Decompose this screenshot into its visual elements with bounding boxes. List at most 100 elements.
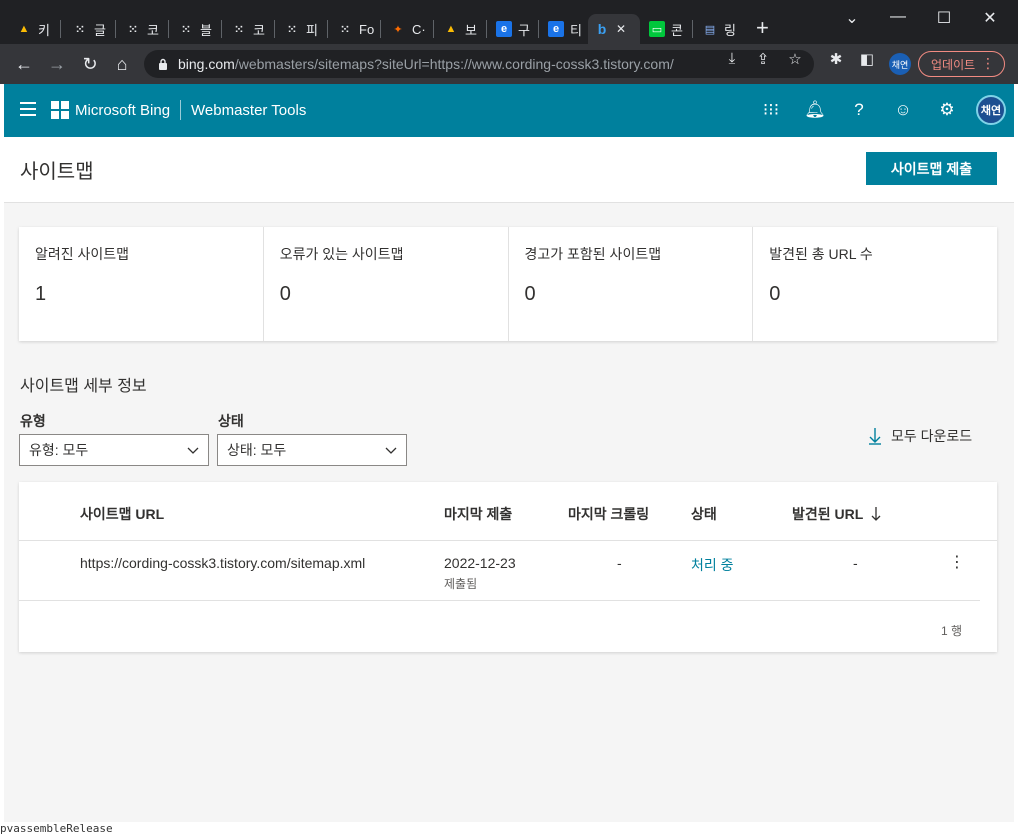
tab-label: 티	[570, 22, 582, 38]
tab-8[interactable]: ▲ 보	[437, 14, 477, 44]
header-divider	[180, 100, 181, 120]
new-tab-button[interactable]: +	[756, 17, 769, 39]
forward-icon[interactable]: →	[45, 52, 69, 76]
tab-active-bing[interactable]: b ✕	[588, 14, 640, 44]
close-window-button[interactable]: ✕	[970, 8, 1010, 28]
store-icon: ▤	[704, 23, 716, 36]
install-icon[interactable]: ⤓	[721, 50, 743, 67]
reload-icon[interactable]: ↻	[78, 52, 102, 76]
blue-e-icon: e	[548, 21, 564, 37]
side-panel-icon[interactable]: ◧	[856, 50, 878, 68]
cell-submitted-note: 제출됨	[444, 577, 478, 591]
cell-last-crawled: -	[617, 555, 622, 571]
column-header-last-submitted[interactable]: 마지막 제출	[444, 504, 512, 524]
hamburger-menu-icon[interactable]	[20, 102, 36, 116]
blue-e-icon: e	[496, 21, 512, 37]
chevron-down-icon	[385, 447, 397, 454]
download-all-button[interactable]: 모두 다운로드	[868, 426, 972, 446]
address-host: bing.com	[178, 56, 235, 72]
stat-error-sitemaps: 오류가 있는 사이트맵 0	[264, 227, 509, 341]
dots-icon: ⁙	[128, 23, 138, 36]
lock-icon	[159, 58, 167, 70]
tab-12[interactable]: ▤ 링	[696, 14, 736, 44]
type-filter-dropdown[interactable]: 유형: 모두	[19, 434, 209, 466]
browser-toolbar: ← → ↻ ⌂ bing.com/webmasters/sitemaps?sit…	[0, 44, 1018, 84]
stat-value: 0	[279, 283, 291, 305]
tab-search-icon[interactable]: ⌄	[832, 8, 872, 28]
tab-9[interactable]: e 구	[490, 14, 530, 44]
main-content: 사이트맵 사이트맵 제출 알려진 사이트맵 1 오류가 있는 사이트맵 0 경고…	[4, 137, 1014, 839]
type-filter-label: 유형	[20, 413, 46, 429]
tab-label: 보	[465, 22, 477, 38]
update-label: 업데이트	[931, 57, 976, 72]
tab-strip: ▲ 키 ⁙ 글 ⁙ 코 ⁙ 블 ⁙ 코 ⁙ 피 ⁙ Fo ✦ C· ▲ 보 e …	[0, 0, 1018, 44]
row-more-options-icon[interactable]: ⋮	[949, 552, 965, 571]
user-avatar[interactable]: 채연	[976, 95, 1006, 125]
tab-label: C·	[412, 21, 426, 37]
tab-3[interactable]: ⁙ 블	[172, 14, 212, 44]
share-icon[interactable]: ⇪	[752, 50, 774, 68]
stat-value: 0	[524, 283, 536, 305]
background-window-text: pvassembleRelease	[0, 822, 1018, 839]
sitemap-table: 사이트맵 URL 마지막 제출 마지막 크롤링 상태 발견된 URL https…	[19, 482, 997, 652]
column-header-status[interactable]: 상태	[691, 504, 717, 524]
home-icon[interactable]: ⌂	[110, 52, 134, 76]
type-filter-value: 유형: 모두	[29, 442, 89, 458]
brand-name[interactable]: Microsoft Bing	[75, 102, 170, 119]
tab-label: 링	[724, 22, 736, 38]
back-icon[interactable]: ←	[12, 52, 36, 76]
status-filter-dropdown[interactable]: 상태: 모두	[217, 434, 407, 466]
dots-icon: ⁙	[181, 23, 191, 36]
tab-label: 코	[253, 22, 265, 38]
dots-icon: ⁙	[75, 23, 85, 36]
stat-known-sitemaps: 알려진 사이트맵 1	[19, 227, 264, 341]
column-header-found-urls-label: 발견된 URL	[792, 506, 864, 522]
tab-6[interactable]: ⁙ Fo	[331, 14, 374, 44]
stat-total-urls: 발견된 총 URL 수 0	[753, 227, 997, 341]
minimize-button[interactable]: —	[878, 8, 918, 26]
tab-label: 콘	[671, 22, 683, 38]
update-button[interactable]: 업데이트 ⋮	[918, 51, 1005, 77]
stat-label: 오류가 있는 사이트맵	[279, 246, 404, 262]
cell-status[interactable]: 처리 중	[691, 555, 734, 575]
tab-4[interactable]: ⁙ 코	[225, 14, 265, 44]
stat-label: 알려진 사이트맵	[35, 246, 130, 262]
tab-2[interactable]: ⁙ 코	[119, 14, 159, 44]
maximize-button[interactable]: ☐	[924, 8, 964, 28]
settings-gear-icon[interactable]: ⚙	[936, 99, 958, 121]
tab-11[interactable]: ▭ 콘	[643, 14, 683, 44]
orange-puzzle-icon: ✦	[393, 23, 403, 36]
bookmark-star-icon[interactable]: ☆	[784, 50, 806, 68]
chevron-down-icon	[187, 447, 199, 454]
more-menu-icon[interactable]: ⋮	[981, 55, 995, 72]
tab-label: 블	[200, 22, 212, 38]
tab-10[interactable]: e 티	[542, 14, 582, 44]
feedback-smiley-icon[interactable]: ☺	[892, 99, 914, 121]
column-header-last-crawled[interactable]: 마지막 크롤링	[568, 504, 649, 524]
cell-submitted-date: 2022-12-23	[444, 555, 516, 571]
profile-avatar[interactable]: 채연	[889, 53, 911, 75]
tab-0[interactable]: ▲ 키	[10, 14, 50, 44]
notification-bell-icon[interactable]: 🔔︎	[804, 99, 826, 121]
address-bar[interactable]: bing.com/webmasters/sitemaps?siteUrl=htt…	[144, 50, 814, 78]
tab-5[interactable]: ⁙ 피	[278, 14, 318, 44]
column-header-found-urls[interactable]: 발견된 URL	[792, 504, 881, 524]
tab-7[interactable]: ✦ C·	[384, 14, 426, 44]
page-title: 사이트맵	[20, 161, 94, 183]
tab-1[interactable]: ⁙ 글	[66, 14, 106, 44]
close-tab-icon[interactable]: ✕	[616, 22, 626, 36]
help-icon[interactable]: ?	[848, 99, 870, 121]
cell-url[interactable]: https://cording-cossk3.tistory.com/sitem…	[80, 555, 365, 571]
bing-header: Microsoft Bing Webmaster Tools ⁝⁝⁝ 🔔︎ ? …	[4, 84, 1014, 137]
dots-icon: ⁙	[340, 23, 350, 36]
stats-card: 알려진 사이트맵 1 오류가 있는 사이트맵 0 경고가 포함된 사이트맵 0 …	[19, 227, 997, 341]
address-path: /webmasters/sitemaps?siteUrl=https://www…	[234, 56, 674, 72]
download-icon	[869, 428, 881, 445]
extensions-icon[interactable]: ✱	[825, 50, 847, 68]
cell-found-urls: -	[853, 555, 858, 571]
submit-sitemap-button[interactable]: 사이트맵 제출	[866, 152, 997, 185]
stat-warning-sitemaps: 경고가 포함된 사이트맵 0	[509, 227, 754, 341]
column-header-url[interactable]: 사이트맵 URL	[80, 504, 164, 524]
app-launcher-icon[interactable]: ⁝⁝⁝	[760, 99, 782, 121]
product-name[interactable]: Webmaster Tools	[191, 102, 306, 119]
